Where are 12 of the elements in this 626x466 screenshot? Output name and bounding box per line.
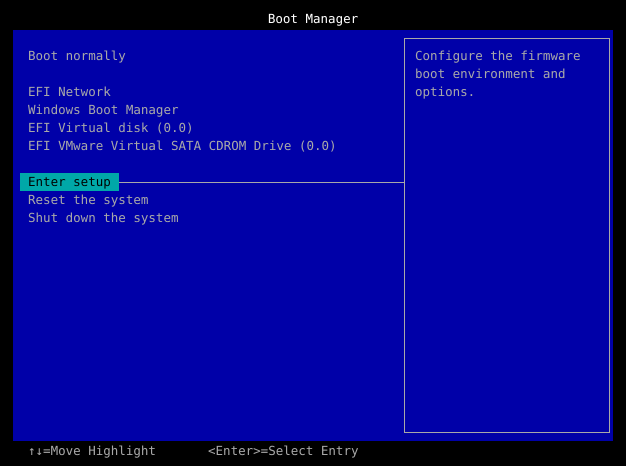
menu-item[interactable]: Enter setup	[20, 173, 119, 191]
menu-item[interactable]: EFI Virtual disk (0.0)	[20, 119, 202, 137]
menu-item[interactable]: Reset the system	[20, 191, 156, 209]
menu-item[interactable]: EFI VMware Virtual SATA CDROM Drive (0.0)	[20, 137, 345, 155]
window-title: Boot Manager	[268, 10, 358, 28]
menu-item[interactable]: Boot normally	[20, 47, 134, 65]
menu-item[interactable]: EFI Network	[20, 83, 119, 101]
key-hint: ↑↓=Move Highlight	[28, 442, 157, 460]
key-hint: <Enter>=Select Entry	[208, 442, 359, 460]
menu-item[interactable]: Shut down the system	[20, 209, 187, 227]
menu-item[interactable]: Windows Boot Manager	[20, 101, 187, 119]
help-text: Configure the firmware boot environment and options.	[415, 47, 582, 101]
